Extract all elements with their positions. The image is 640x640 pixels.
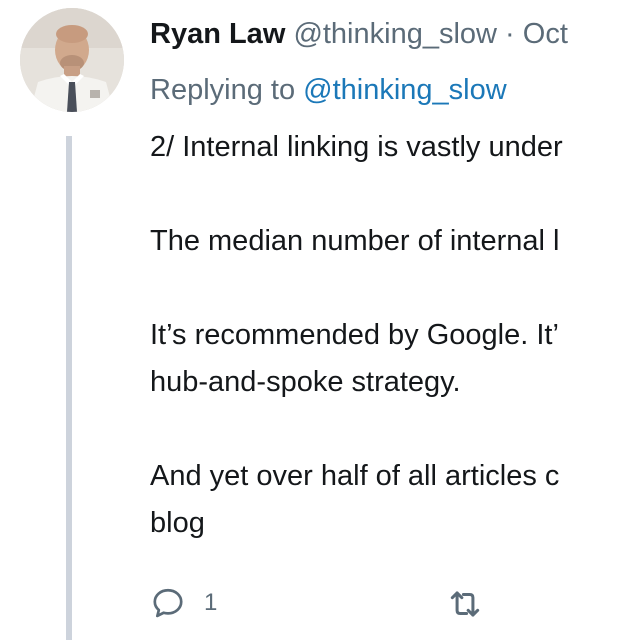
tweet-actions: 1 [150,585,640,629]
tweet-paragraph: And yet over half of all articles c blog [150,453,640,547]
tweet-paragraph: The median number of internal l [150,218,640,265]
tweet-text-line: It’s recommended by Google. It’ [150,319,559,351]
replying-to-handle-link[interactable]: @thinking_slow [303,74,507,106]
avatar[interactable] [20,8,124,112]
thread-connector-line [66,136,72,640]
reply-button[interactable]: 1 [150,585,217,621]
header-separator: · [496,18,523,50]
user-handle[interactable]: @thinking_slow [293,18,497,50]
replying-to-label: Replying to [150,74,304,106]
tweet-text-line: blog [150,507,205,539]
tweet-text-line: hub-and-spoke strategy. [150,366,461,398]
tweet-text-line: 2/ Internal linking is vastly under [150,131,563,163]
tweet-date[interactable]: Oct [523,18,568,50]
tweet-text: 2/ Internal linking is vastly under The m… [150,124,640,594]
tweet-text-line: The median number of internal l [150,225,560,257]
retweet-button[interactable] [446,585,484,623]
avatar-photo [20,8,124,112]
retweet-icon [450,591,480,617]
display-name[interactable]: Ryan Law [150,18,285,50]
reply-bubble-icon [153,588,183,618]
tweet-paragraph: 2/ Internal linking is vastly under [150,124,640,171]
tweet-paragraph: It’s recommended by Google. It’ hub-and-s… [150,312,640,406]
replying-to: Replying to @thinking_slow [150,70,507,110]
tweet-header: Ryan Law @thinking_slow · Oct [150,14,568,54]
reply-count: 1 [204,589,218,616]
tweet-text-line: And yet over half of all articles c [150,460,560,492]
tweet: Ryan Law @thinking_slow · Oct Replying t… [0,0,640,640]
